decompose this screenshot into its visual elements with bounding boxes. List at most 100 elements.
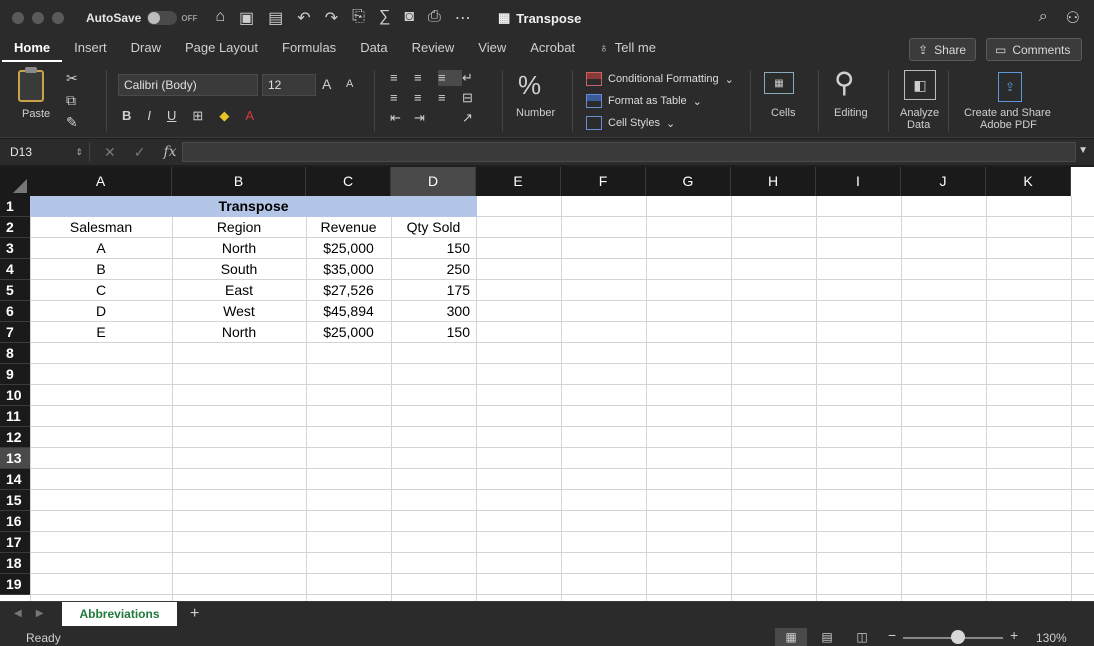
column-header-k[interactable]: K bbox=[986, 167, 1071, 196]
align-center-icon[interactable]: ≡ bbox=[414, 90, 438, 106]
italic-icon[interactable]: I bbox=[147, 108, 151, 124]
share-button[interactable]: ⇪ Share bbox=[909, 38, 976, 61]
row-header-5[interactable]: 5 bbox=[0, 280, 30, 301]
autosave-control[interactable]: AutoSave OFF bbox=[86, 11, 197, 25]
select-all-corner[interactable] bbox=[0, 167, 30, 196]
editing-label[interactable]: Editing bbox=[834, 107, 868, 119]
align-bottom-icon[interactable]: ≡ bbox=[438, 70, 462, 86]
column-header-c[interactable]: C bbox=[306, 167, 391, 196]
data-cell[interactable]: 150 bbox=[391, 322, 476, 343]
fill-color-icon[interactable]: ◆ bbox=[219, 108, 229, 124]
align-middle-icon[interactable]: ≡ bbox=[414, 70, 438, 86]
page-break-view-icon[interactable]: ◫ bbox=[846, 628, 878, 646]
data-cell[interactable]: 300 bbox=[391, 301, 476, 322]
zoom-level[interactable]: 130% bbox=[1036, 631, 1067, 645]
row-header-6[interactable]: 6 bbox=[0, 301, 30, 322]
bold-icon[interactable]: B bbox=[122, 108, 131, 124]
row-header-18[interactable]: 18 bbox=[0, 553, 30, 574]
format-as-table-button[interactable]: Format as Table ⌄ bbox=[586, 90, 734, 112]
search-icon[interactable]: ⌕ bbox=[1039, 8, 1048, 28]
row-header-14[interactable]: 14 bbox=[0, 469, 30, 490]
tab-draw[interactable]: Draw bbox=[119, 36, 173, 62]
increase-indent-icon[interactable]: ⇥ bbox=[414, 110, 438, 126]
decrease-font-icon[interactable]: A bbox=[346, 78, 353, 90]
save-as-icon[interactable]: ▤ bbox=[268, 8, 283, 28]
increase-font-icon[interactable]: A bbox=[322, 76, 331, 92]
data-cell[interactable]: $35,000 bbox=[306, 259, 391, 280]
row-header-4[interactable]: 4 bbox=[0, 259, 30, 280]
data-cell[interactable]: $45,894 bbox=[306, 301, 391, 322]
column-header-g[interactable]: G bbox=[646, 167, 731, 196]
camera-icon[interactable]: ◙ bbox=[404, 8, 414, 28]
row-header-16[interactable]: 16 bbox=[0, 511, 30, 532]
editing-search-icon[interactable]: ⚲ bbox=[834, 66, 855, 99]
add-sheet-icon[interactable]: + bbox=[190, 605, 199, 623]
column-header-j[interactable]: J bbox=[901, 167, 986, 196]
worksheet-grid[interactable]: A B C D E F G H I J K 1 2 3 4 5 6 7 8 9 10 11 12 13 14 15 16 17 18 19… bbox=[0, 167, 1094, 601]
data-cell[interactable]: South bbox=[172, 259, 306, 280]
paste-special-icon[interactable]: ⎘ bbox=[352, 8, 365, 28]
wrap-text-icon[interactable]: ↵ bbox=[462, 70, 486, 86]
tab-page-layout[interactable]: Page Layout bbox=[173, 36, 270, 62]
column-header-b[interactable]: B bbox=[172, 167, 306, 196]
analyze-data-icon[interactable]: ◧ bbox=[904, 70, 936, 100]
number-label[interactable]: Number bbox=[516, 107, 555, 119]
normal-view-icon[interactable]: ▦ bbox=[775, 628, 807, 646]
close-window-button[interactable] bbox=[12, 12, 24, 24]
row-header-8[interactable]: 8 bbox=[0, 343, 30, 364]
data-cell[interactable]: West bbox=[172, 301, 306, 322]
autosave-toggle[interactable] bbox=[147, 11, 178, 25]
analyze-label-2[interactable]: Data bbox=[907, 119, 930, 131]
underline-icon[interactable]: U bbox=[167, 108, 176, 124]
row-header-3[interactable]: 3 bbox=[0, 238, 30, 259]
conditional-formatting-button[interactable]: Conditional Formatting ⌄ bbox=[586, 68, 734, 90]
align-right-icon[interactable]: ≡ bbox=[438, 90, 462, 106]
data-cell[interactable]: North bbox=[172, 238, 306, 259]
align-left-icon[interactable]: ≡ bbox=[390, 90, 414, 106]
page-layout-view-icon[interactable]: ▤ bbox=[811, 628, 843, 646]
clipboard-icon[interactable] bbox=[18, 67, 44, 102]
header-cell[interactable]: Salesman bbox=[30, 217, 172, 238]
formula-input[interactable] bbox=[182, 142, 1076, 162]
data-cell[interactable]: E bbox=[30, 322, 172, 343]
save-icon[interactable]: ▣ bbox=[239, 8, 254, 28]
name-box-stepper-icon[interactable]: ⇕ bbox=[75, 142, 83, 162]
tell-me[interactable]: ♁ Tell me bbox=[587, 36, 668, 62]
paste-label[interactable]: Paste bbox=[22, 108, 50, 120]
prev-sheet-icon[interactable]: ◀ bbox=[14, 608, 22, 619]
cancel-icon[interactable]: ✕ bbox=[104, 144, 116, 161]
row-header-7[interactable]: 7 bbox=[0, 322, 30, 343]
borders-icon[interactable]: ⊞ bbox=[192, 108, 203, 124]
column-header-i[interactable]: I bbox=[816, 167, 901, 196]
font-size-select[interactable]: 12 bbox=[262, 74, 316, 96]
header-cell[interactable]: Qty Sold bbox=[391, 217, 476, 238]
header-cell[interactable]: Region bbox=[172, 217, 306, 238]
adobe-pdf-icon[interactable]: ⇪ bbox=[998, 72, 1022, 102]
data-cell[interactable]: 150 bbox=[391, 238, 476, 259]
orientation-icon[interactable]: ↗ bbox=[462, 110, 486, 126]
row-header-1[interactable]: 1 bbox=[0, 196, 30, 217]
autosum-icon[interactable]: ∑ bbox=[379, 8, 390, 28]
row-header-12[interactable]: 12 bbox=[0, 427, 30, 448]
zoom-window-button[interactable] bbox=[52, 12, 64, 24]
data-cell[interactable]: 250 bbox=[391, 259, 476, 280]
cells-label[interactable]: Cells bbox=[771, 107, 795, 119]
analyze-label-1[interactable]: Analyze bbox=[900, 107, 939, 119]
tab-acrobat[interactable]: Acrobat bbox=[518, 36, 587, 62]
data-cell[interactable]: D bbox=[30, 301, 172, 322]
sheet-tab-abbreviations[interactable]: Abbreviations bbox=[62, 602, 177, 626]
merged-title-cell[interactable]: Transpose bbox=[30, 196, 477, 217]
next-sheet-icon[interactable]: ▶ bbox=[36, 608, 44, 619]
tab-formulas[interactable]: Formulas bbox=[270, 36, 348, 62]
tab-data[interactable]: Data bbox=[348, 36, 399, 62]
row-header-19[interactable]: 19 bbox=[0, 574, 30, 595]
align-top-icon[interactable]: ≡ bbox=[390, 70, 414, 86]
data-cell[interactable]: $25,000 bbox=[306, 238, 391, 259]
print-icon[interactable]: ⎙ bbox=[428, 8, 441, 28]
decrease-indent-icon[interactable]: ⇤ bbox=[390, 110, 414, 126]
tab-home[interactable]: Home bbox=[2, 36, 63, 62]
format-painter-icon[interactable]: ✎ bbox=[66, 114, 78, 131]
insert-function-icon[interactable]: fx bbox=[163, 144, 176, 161]
row-header-15[interactable]: 15 bbox=[0, 490, 30, 511]
column-header-h[interactable]: H bbox=[731, 167, 816, 196]
